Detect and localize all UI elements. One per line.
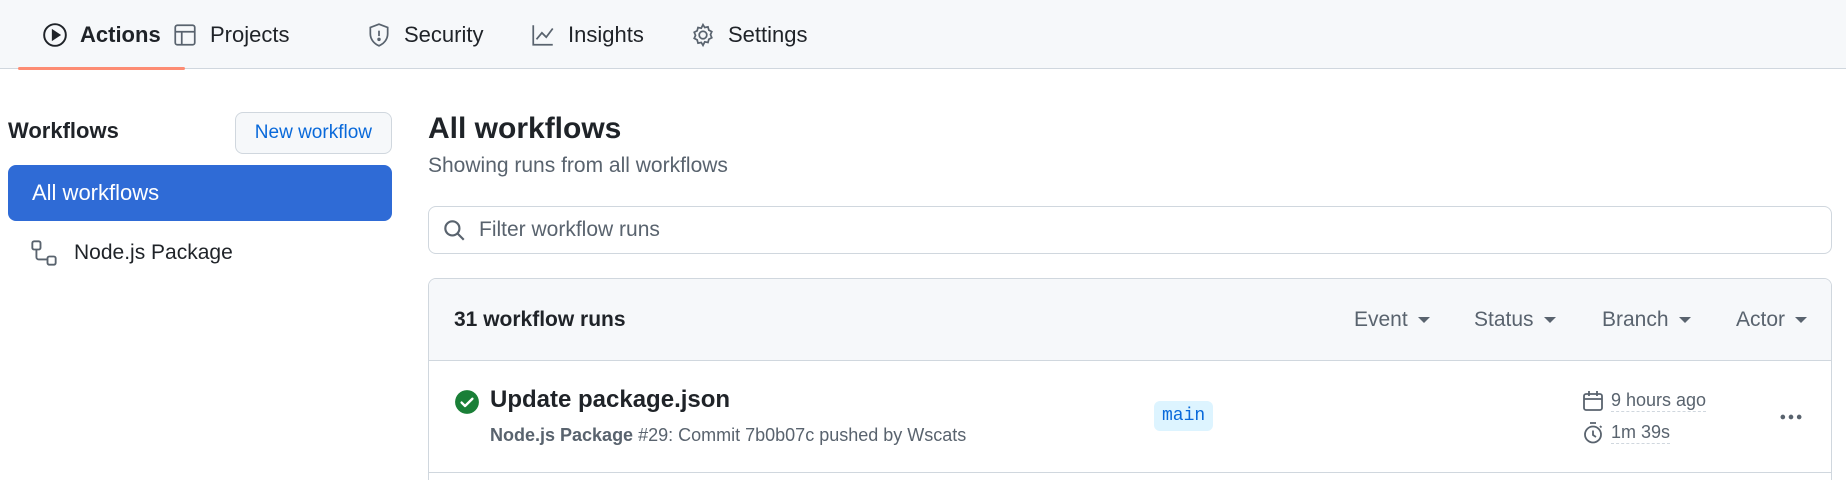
stopwatch-icon	[1584, 422, 1603, 444]
table-row[interactable]: Update package.json Node.js Package #29:…	[429, 361, 1831, 473]
tab-label: Projects	[210, 21, 290, 47]
run-meta: Node.js Package #29: Commit 7b0b07c push…	[490, 425, 966, 446]
sidebar-item-nodejs-package[interactable]: Node.js Package	[8, 225, 392, 281]
filter-label: Actor	[1736, 308, 1786, 331]
repo-nav: Actions Projects Security Insights Setti…	[0, 0, 1846, 70]
calendar-icon	[1583, 391, 1603, 411]
play-circle-icon	[43, 22, 67, 47]
workflows-sidebar: Workflows New workflow All workflows Nod…	[8, 110, 392, 266]
chevron-down-icon	[1543, 317, 1556, 323]
run-title-link[interactable]: Update package.json	[490, 386, 730, 414]
filter-label: Branch	[1602, 308, 1669, 331]
tab-label: Settings	[728, 21, 808, 47]
runs-count: 31 workflow runs	[454, 308, 626, 331]
actor-filter-dropdown[interactable]: Actor	[1736, 308, 1808, 332]
run-duration: 1m 39s	[1581, 421, 1671, 445]
sidebar-item-all-workflows[interactable]: All workflows	[8, 165, 392, 221]
sidebar-title: Workflows	[8, 118, 119, 143]
runs-list-header: 31 workflow runs Event Status Branch Act…	[429, 279, 1831, 361]
sidebar-header: Workflows New workflow	[8, 110, 392, 154]
filter-runs-box	[428, 206, 1832, 254]
search-icon	[444, 220, 465, 241]
filter-label: Event	[1354, 308, 1408, 331]
chevron-down-icon	[1417, 317, 1430, 323]
branch-filter-dropdown[interactable]: Branch	[1602, 308, 1691, 332]
sidebar-item-label: All workflows	[32, 180, 160, 205]
kebab-horizontal-icon	[1780, 414, 1802, 420]
status-filter-dropdown[interactable]: Status	[1474, 308, 1556, 332]
tab-projects[interactable]: Projects	[148, 0, 313, 69]
run-time: 9 hours ago	[1581, 389, 1707, 413]
run-workflow-name: Node.js Package	[490, 425, 634, 445]
shield-icon	[369, 22, 389, 47]
chevron-down-icon	[1795, 317, 1808, 323]
tab-settings[interactable]: Settings	[666, 0, 832, 69]
run-actions-menu-button[interactable]	[1775, 401, 1807, 433]
chevron-down-icon	[1678, 317, 1691, 323]
tab-insights[interactable]: Insights	[506, 0, 668, 69]
run-duration-value: 1m 39s	[1611, 422, 1671, 444]
workflow-runs-list: 31 workflow runs Event Status Branch Act…	[428, 278, 1832, 480]
page-title: All workflows	[428, 112, 622, 145]
new-workflow-button[interactable]: New workflow	[234, 112, 392, 154]
graph-icon	[532, 24, 554, 46]
sidebar-item-label: Node.js Package	[74, 241, 233, 264]
event-filter-dropdown[interactable]: Event	[1354, 308, 1430, 332]
check-circle-icon	[455, 390, 479, 414]
run-time-ago: 9 hours ago	[1611, 390, 1707, 412]
gear-icon	[693, 22, 713, 47]
filter-workflow-runs-input[interactable]	[479, 218, 1779, 242]
page-subtitle: Showing runs from all workflows	[428, 154, 728, 177]
run-detail: #29: Commit 7b0b07c pushed by Wscats	[638, 425, 967, 445]
table-icon	[174, 23, 196, 46]
branch-badge[interactable]: main	[1154, 401, 1214, 431]
tab-label: Security	[404, 21, 484, 47]
tab-security[interactable]: Security	[342, 0, 507, 69]
filter-label: Status	[1474, 308, 1534, 331]
tab-label: Insights	[568, 21, 644, 47]
workflow-icon	[31, 240, 57, 266]
